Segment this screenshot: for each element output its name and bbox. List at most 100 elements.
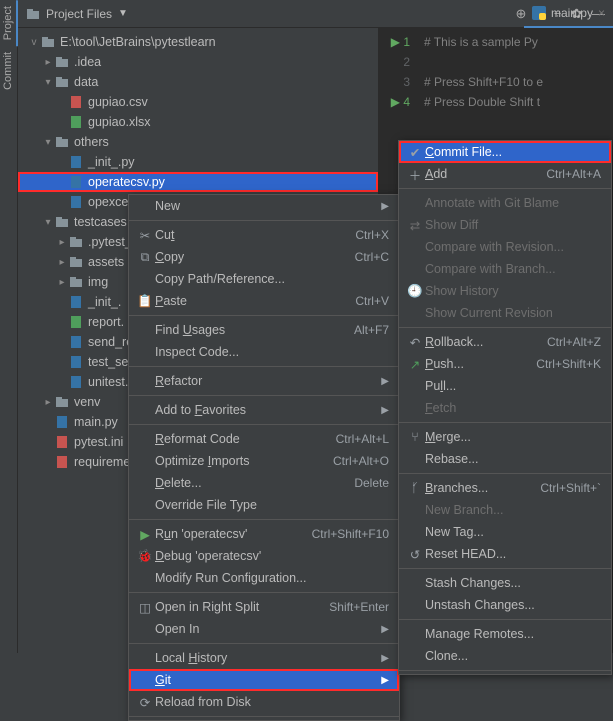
py-icon [68,295,84,309]
commit-icon: ✔ [405,145,425,160]
menu-item-push[interactable]: ↗Push...Ctrl+Shift+K [399,353,611,375]
menu-shortcut: Ctrl+Alt+L [320,432,389,446]
menu-item-label: Add [425,167,530,181]
menu-item-override-file-type[interactable]: Override File Type [129,494,399,516]
push-icon: ↗ [405,357,425,372]
menu-item-new-tag[interactable]: New Tag... [399,521,611,543]
dropdown-icon: ▼ [118,8,128,19]
tree-item[interactable]: ▾data [18,72,378,92]
html-icon [68,315,84,329]
menu-item-label: Show Diff [425,218,601,232]
file-context-menu[interactable]: New▶ ✂CutCtrl+X⧉CopyCtrl+CCopy Path/Refer… [128,194,400,721]
dir-icon [68,275,84,289]
submenu-arrow-icon: ▶ [369,201,389,212]
py-icon [68,195,84,209]
menu-item-add-to-favorites[interactable]: Add to Favorites▶ [129,399,399,421]
menu-item-reformat-code[interactable]: Reformat CodeCtrl+Alt+L [129,428,399,450]
git-submenu[interactable]: ✔Commit File...＋AddCtrl+Alt+AAnnotate wi… [398,140,612,675]
menu-item-commit-file[interactable]: ✔Commit File... [399,141,611,163]
menu-item-label: Show Current Revision [425,306,601,320]
menu-item-label: Optimize Imports [155,454,317,468]
close-tab-icon[interactable]: × [598,6,605,20]
menu-item-pull[interactable]: Pull... [399,375,611,397]
menu-item-rollback[interactable]: ↶Rollback...Ctrl+Alt+Z [399,331,611,353]
menu-shortcut: Ctrl+Shift+F10 [296,527,389,541]
paste-icon: 📋 [135,294,155,309]
tree-item[interactable]: gupiao.csv [18,92,378,112]
menu-item-label: Push... [425,357,520,371]
menu-item-git[interactable]: Git▶ [129,669,399,691]
tree-root[interactable]: v E:\tool\JetBrains\pytestlearn [18,32,378,52]
menu-item-reload-from-disk[interactable]: ⟳Reload from Disk [129,691,399,713]
menu-item-run-operatecsv[interactable]: ▶Run 'operatecsv'Ctrl+Shift+F10 [129,523,399,545]
menu-item-clone[interactable]: Clone... [399,645,611,667]
menu-item-manage-remotes[interactable]: Manage Remotes... [399,623,611,645]
xls-icon [68,115,84,129]
editor-tab-main[interactable]: main.py × [524,0,613,28]
tree-item-label: gupiao.csv [88,95,148,109]
branch-icon: ᚶ [405,481,425,495]
menu-item-stash-changes[interactable]: Stash Changes... [399,572,611,594]
tree-item-label: testcases [74,215,127,229]
menu-shortcut: Ctrl+C [339,250,389,264]
project-tool-tab[interactable]: Project [0,0,18,46]
menu-item-show-diff: ⇄Show Diff [399,214,611,236]
run-icon: ▶ [135,527,155,542]
tree-item-label: _init_.py [88,155,135,169]
tree-item-label: main.py [74,415,118,429]
dir-icon [68,235,84,249]
tree-item-label: .idea [74,55,101,69]
editor-tab-label: main.py [551,6,593,20]
menu-item-cut[interactable]: ✂CutCtrl+X [129,224,399,246]
menu-item-reset-head[interactable]: ↺Reset HEAD... [399,543,611,565]
tree-item[interactable]: ▾others [18,132,378,152]
menu-item-delete[interactable]: Delete...Delete [129,472,399,494]
tree-item[interactable]: ▸.idea [18,52,378,72]
menu-item-label: Reformat Code [155,432,320,446]
menu-item-inspect-code[interactable]: Inspect Code... [129,341,399,363]
submenu-arrow-icon: ▶ [369,405,389,416]
menu-item-new[interactable]: New▶ [129,195,399,217]
tree-item[interactable]: operatecsv.py [18,172,378,192]
menu-item-open-in-right-split[interactable]: ◫Open in Right SplitShift+Enter [129,596,399,618]
tree-item-label: _init_. [88,295,121,309]
editor-tabs: main.py × [512,0,613,28]
menu-item-optimize-imports[interactable]: Optimize ImportsCtrl+Alt+O [129,450,399,472]
commit-tool-tab[interactable]: Commit [0,46,16,96]
menu-item-label: Unstash Changes... [425,598,601,612]
tree-item[interactable]: gupiao.xlsx [18,112,378,132]
menu-item-modify-run-configuration[interactable]: Modify Run Configuration... [129,567,399,589]
menu-shortcut: Delete [338,476,389,490]
menu-item-label: Run 'operatecsv' [155,527,296,541]
menu-item-label: Override File Type [155,498,389,512]
menu-item-open-in[interactable]: Open In▶ [129,618,399,640]
menu-item-copy-path-reference[interactable]: Copy Path/Reference... [129,268,399,290]
py-icon [68,335,84,349]
menu-item-branches[interactable]: ᚶBranches...Ctrl+Shift+` [399,477,611,499]
menu-item-merge[interactable]: ⑂Merge... [399,426,611,448]
tree-item-label: .pytest_ [88,235,132,249]
menu-item-find-usages[interactable]: Find UsagesAlt+F7 [129,319,399,341]
txt-icon [54,455,70,469]
project-view-dropdown[interactable]: Project Files ▼ [18,7,136,21]
editor-code[interactable]: # This is a sample Py # Press Shift+F10 … [424,32,613,112]
menu-item-label: Git [155,673,369,687]
tool-window-tabs: Project Commit [0,0,18,653]
menu-item-add[interactable]: ＋AddCtrl+Alt+A [399,163,611,185]
py-icon [68,155,84,169]
project-view-label: Project Files [46,7,112,21]
menu-item-local-history[interactable]: Local History▶ [129,647,399,669]
tree-item-label: send_re [88,335,133,349]
submenu-arrow-icon: ▶ [369,376,389,387]
menu-item-unstash-changes[interactable]: Unstash Changes... [399,594,611,616]
menu-item-label: Rebase... [425,452,601,466]
menu-item-copy[interactable]: ⧉CopyCtrl+C [129,246,399,268]
menu-item-debug-operatecsv[interactable]: 🐞Debug 'operatecsv' [129,545,399,567]
menu-item-label: Reset HEAD... [425,547,601,561]
split-icon: ◫ [135,600,155,615]
menu-item-rebase[interactable]: Rebase... [399,448,611,470]
menu-item-paste[interactable]: 📋PasteCtrl+V [129,290,399,312]
copy-icon: ⧉ [135,250,155,265]
tree-item[interactable]: _init_.py [18,152,378,172]
menu-item-refactor[interactable]: Refactor▶ [129,370,399,392]
